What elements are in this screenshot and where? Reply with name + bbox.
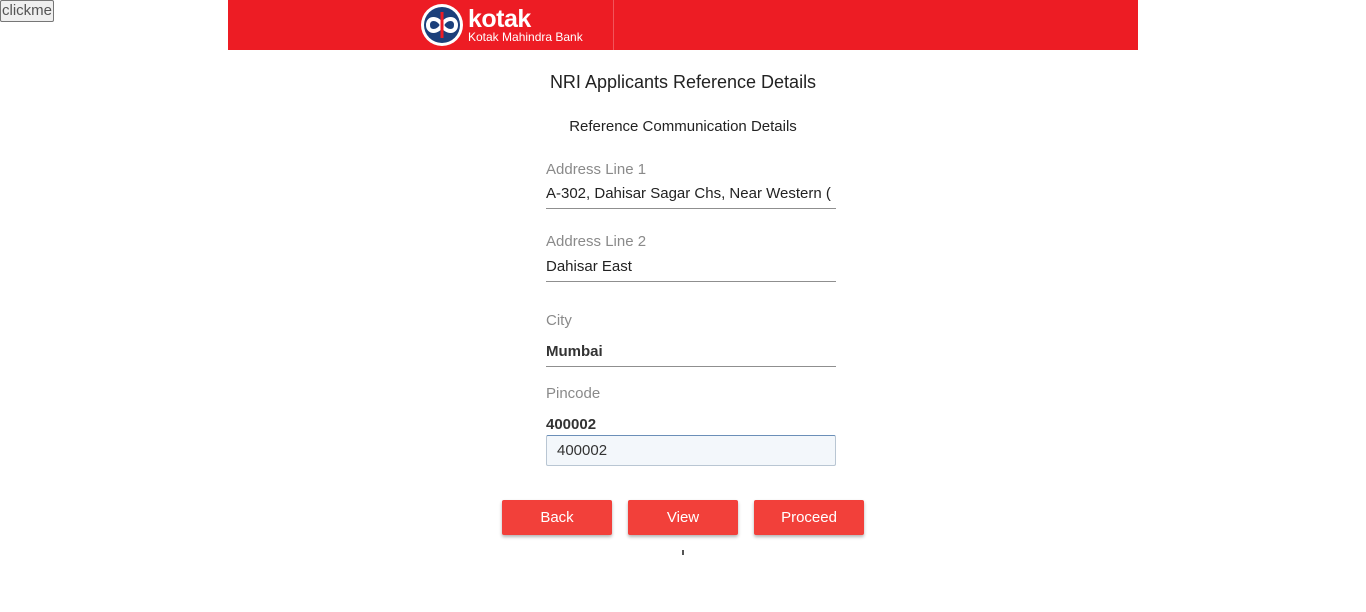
address-line1-label: Address Line 1 (546, 161, 647, 178)
proceed-button[interactable]: Proceed (754, 500, 864, 535)
kotak-infinity-logo-icon (421, 4, 463, 46)
address-line1-field[interactable]: Address Line 1 A-302, Dahisar Sagar Chs,… (546, 161, 836, 209)
page-title: NRI Applicants Reference Details (549, 72, 817, 92)
loading-tick (682, 550, 684, 555)
address-line2-value[interactable]: Dahisar East (546, 258, 836, 282)
brand-logo[interactable]: kotak Kotak Mahindra Bank (419, 3, 583, 47)
view-button[interactable]: View (628, 500, 738, 535)
city-label: City (546, 312, 572, 329)
city-field[interactable]: City Mumbai (546, 312, 836, 367)
brand-subtitle: Kotak Mahindra Bank (468, 29, 583, 44)
clickme-button[interactable]: clickme (0, 0, 55, 22)
header-divider (613, 0, 614, 50)
pincode-field[interactable]: Pincode 400002 (546, 385, 836, 439)
pincode-label: Pincode (546, 385, 601, 402)
pincode-input[interactable] (546, 435, 836, 466)
brand-name: kotak (468, 4, 531, 33)
city-value[interactable]: Mumbai (546, 343, 836, 367)
address-line2-label: Address Line 2 (546, 233, 647, 250)
section-title: Reference Communication Details (569, 118, 797, 135)
address-line2-field[interactable]: Address Line 2 Dahisar East (546, 233, 836, 282)
back-button[interactable]: Back (502, 500, 612, 535)
header-bar: kotak Kotak Mahindra Bank (228, 0, 1138, 50)
address-line1-value[interactable]: A-302, Dahisar Sagar Chs, Near Western ( (546, 185, 836, 209)
